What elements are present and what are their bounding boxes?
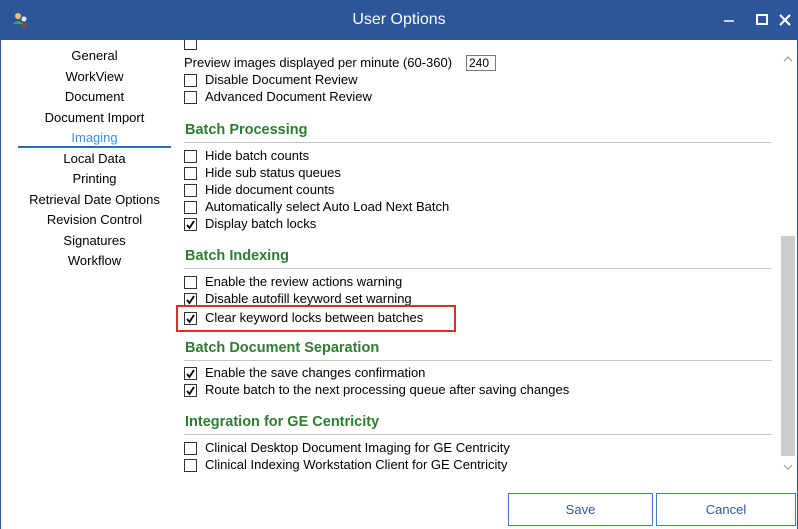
- nav-selected-underline: [18, 146, 171, 148]
- label-review-actions-warning: Enable the review actions warning: [205, 274, 403, 289]
- scroll-up-icon[interactable]: [778, 52, 797, 66]
- nav-item-revision-control[interactable]: Revision Control: [18, 210, 171, 231]
- section-ge-centricity-header: Integration for GE Centricity: [185, 414, 380, 430]
- nav-item-document[interactable]: Document: [18, 87, 171, 108]
- imaging-options-panel: Preview images displayed per minute (60-…: [176, 40, 780, 480]
- checkbox-advanced-document-review[interactable]: [184, 91, 197, 104]
- minimize-icon[interactable]: [712, 0, 748, 40]
- checkbox-clinical-indexing-workstation[interactable]: [184, 459, 197, 472]
- vertical-scrollbar[interactable]: [778, 40, 797, 480]
- section-batch-indexing-header: Batch Indexing: [185, 248, 289, 264]
- nav-item-printing[interactable]: Printing: [18, 169, 171, 190]
- checkmark-icon: [186, 220, 195, 230]
- checkbox-auto-load-next-batch[interactable]: [184, 201, 197, 214]
- checkbox-clinical-desktop-imaging[interactable]: [184, 442, 197, 455]
- nav-item-signatures[interactable]: Signatures: [18, 231, 171, 252]
- preview-images-input[interactable]: 240: [466, 55, 496, 71]
- label-clinical-desktop-imaging: Clinical Desktop Document Imaging for GE…: [205, 440, 510, 455]
- title-bar: User Options: [0, 0, 798, 40]
- close-icon[interactable]: [774, 0, 798, 40]
- nav-item-retrieval-date-options[interactable]: Retrieval Date Options: [18, 190, 171, 211]
- label-advanced-document-review: Advanced Document Review: [205, 89, 372, 104]
- highlight-box: [176, 305, 456, 332]
- checkbox-disable-document-review[interactable]: [184, 74, 197, 87]
- scroll-down-icon[interactable]: [778, 460, 797, 474]
- section-divider: [184, 434, 772, 435]
- options-nav: General WorkView Document Document Impor…: [18, 46, 171, 272]
- label-hide-batch-counts: Hide batch counts: [205, 148, 310, 163]
- nav-item-workflow[interactable]: Workflow: [18, 251, 171, 272]
- checkmark-icon: [186, 386, 195, 396]
- section-divider: [184, 360, 772, 361]
- window-border-left: [0, 40, 1, 529]
- save-button[interactable]: Save: [508, 493, 653, 526]
- label-hide-document-counts: Hide document counts: [205, 182, 335, 197]
- label-route-batch-next-queue: Route batch to the next processing queue…: [205, 382, 570, 397]
- checkbox-hide-batch-counts[interactable]: [184, 150, 197, 163]
- nav-item-workview[interactable]: WorkView: [18, 67, 171, 88]
- nav-item-document-import[interactable]: Document Import: [18, 108, 171, 129]
- label-save-changes-confirmation: Enable the save changes confirmation: [205, 365, 426, 380]
- preview-images-label: Preview images displayed per minute (60-…: [184, 55, 453, 70]
- section-divider: [184, 142, 772, 143]
- checkbox-display-batch-locks[interactable]: [184, 218, 197, 231]
- section-batch-processing-header: Batch Processing: [185, 122, 308, 138]
- label-auto-load-next-batch: Automatically select Auto Load Next Batc…: [205, 199, 450, 214]
- cancel-button[interactable]: Cancel: [656, 493, 796, 526]
- label-hide-sub-status-queues: Hide sub status queues: [205, 165, 341, 180]
- option-checkbox-partial[interactable]: [184, 40, 197, 50]
- nav-item-local-data[interactable]: Local Data: [18, 149, 171, 170]
- section-divider: [184, 268, 772, 269]
- section-batch-document-separation-header: Batch Document Separation: [185, 340, 380, 356]
- checkbox-hide-sub-status-queues[interactable]: [184, 167, 197, 180]
- window-title: User Options: [352, 11, 446, 28]
- nav-item-general[interactable]: General: [18, 46, 171, 67]
- checkmark-icon: [186, 369, 195, 379]
- checkbox-route-batch-next-queue[interactable]: [184, 384, 197, 397]
- label-disable-document-review: Disable Document Review: [205, 72, 358, 87]
- checkbox-review-actions-warning[interactable]: [184, 276, 197, 289]
- checkbox-hide-document-counts[interactable]: [184, 184, 197, 197]
- label-clinical-indexing-workstation: Clinical Indexing Workstation Client for…: [205, 457, 508, 472]
- checkbox-save-changes-confirmation[interactable]: [184, 367, 197, 380]
- checkmark-icon: [186, 295, 195, 305]
- scrollbar-thumb[interactable]: [781, 236, 795, 456]
- label-display-batch-locks: Display batch locks: [205, 216, 317, 231]
